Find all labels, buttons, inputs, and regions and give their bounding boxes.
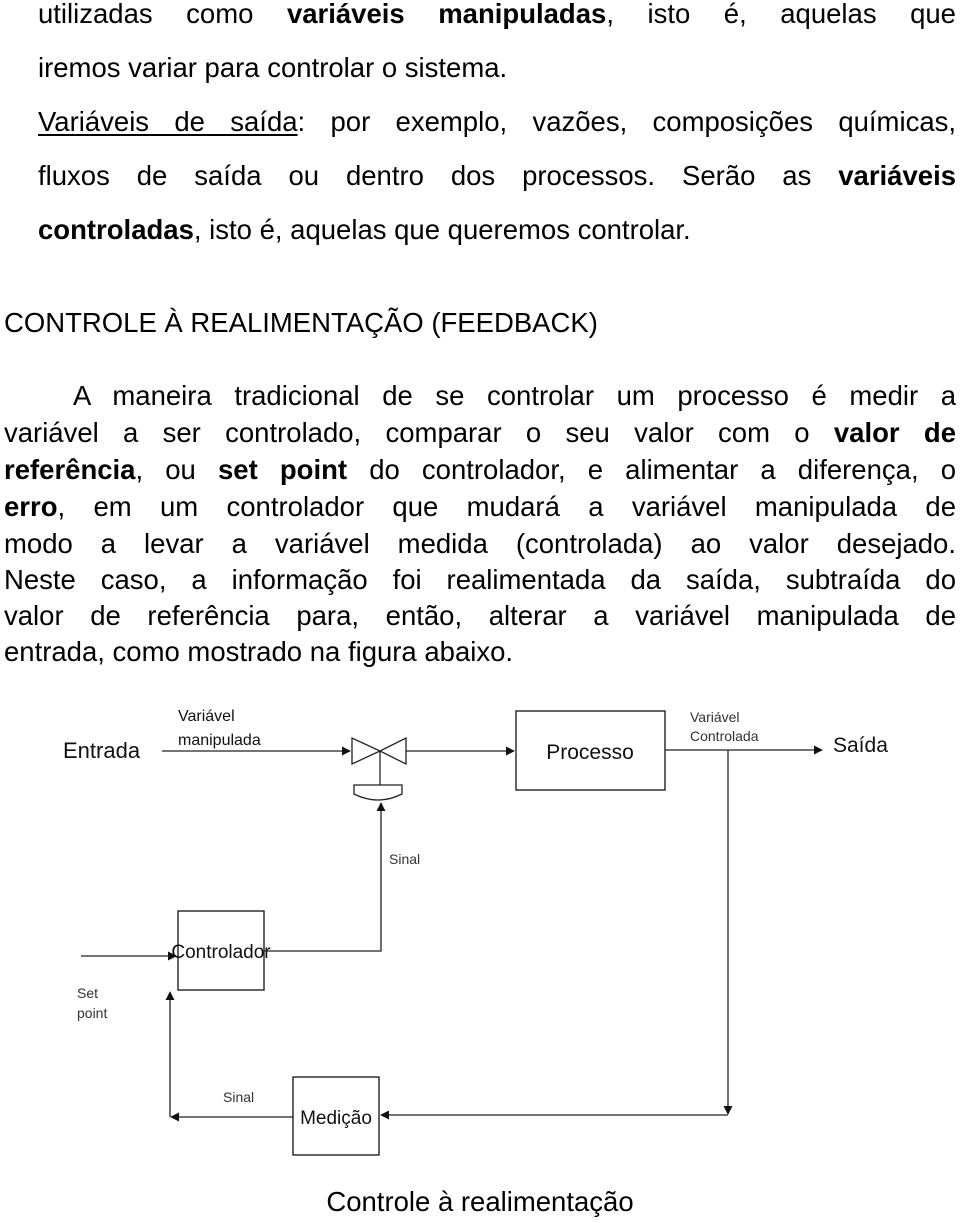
setpoint-label-2: point — [77, 1005, 107, 1021]
controlled-variable-label-1: Variável — [690, 709, 740, 725]
controller-to-valve-arrow — [264, 802, 386, 952]
manipulated-variable-label-2: manipulada — [178, 732, 261, 749]
setpoint-label-1: Set — [77, 985, 98, 1001]
measurement-label: Medição — [300, 1108, 372, 1129]
input-label: Entrada — [63, 738, 141, 763]
manipulated-variable-label-1: Variável — [178, 708, 235, 725]
feedback-control-diagram: Entrada Variável manipulada Processo Var… — [63, 708, 888, 1156]
lower-signal-label: Sinal — [223, 1089, 254, 1105]
controller-label: Controlador — [171, 942, 271, 963]
figure-caption: Controle à realimentação — [326, 1186, 634, 1217]
upper-signal-label: Sinal — [389, 851, 420, 867]
control-valve-icon — [351, 736, 407, 801]
process-label: Processo — [546, 741, 634, 764]
output-label: Saída — [833, 734, 888, 757]
controlled-variable-label-2: Controlada — [690, 728, 759, 744]
